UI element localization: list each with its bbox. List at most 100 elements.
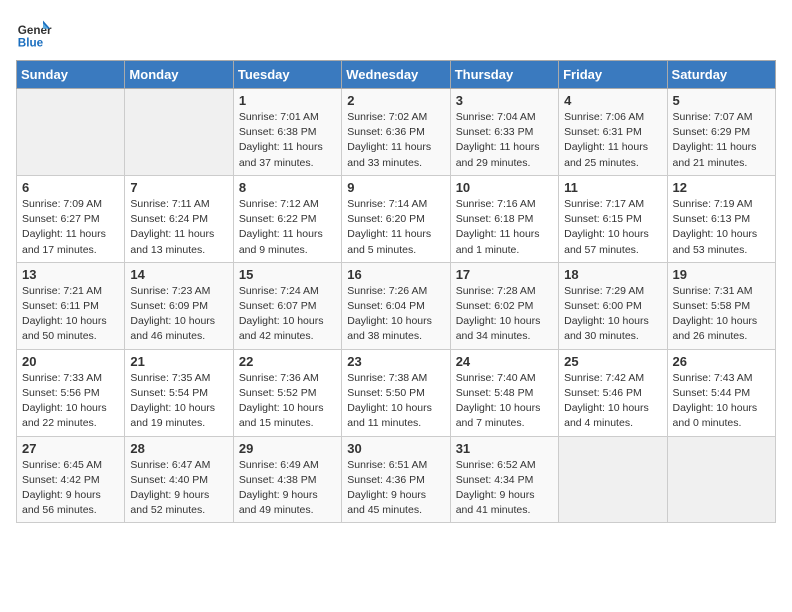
calendar-cell: 28Sunrise: 6:47 AM Sunset: 4:40 PM Dayli… (125, 436, 233, 523)
day-number: 13 (22, 267, 119, 282)
day-number: 3 (456, 93, 553, 108)
cell-info: Sunrise: 7:42 AM Sunset: 5:46 PM Dayligh… (564, 372, 649, 430)
cell-info: Sunrise: 7:29 AM Sunset: 6:00 PM Dayligh… (564, 285, 649, 343)
calendar-cell: 12 Sunrise: 7:19 AM Sunset: 6:13 PM Dayli… (667, 175, 775, 262)
cell-info: Sunrise: 7:17 AM Sunset: 6:15 PM Dayligh… (564, 198, 649, 256)
day-number: 15 (239, 267, 336, 282)
calendar-cell: 21 Sunrise: 7:35 AM Sunset: 5:54 PM Dayli… (125, 349, 233, 436)
cell-info: Sunrise: 7:07 AM Sunset: 6:29 PM Dayligh… (673, 111, 757, 169)
day-number: 22 (239, 354, 336, 369)
cell-info: Sunrise: 7:21 AM Sunset: 6:11 PM Dayligh… (22, 285, 107, 343)
day-header-monday: Monday (125, 61, 233, 89)
calendar-table: SundayMondayTuesdayWednesdayThursdayFrid… (16, 60, 776, 523)
cell-info: Sunrise: 7:09 AM Sunset: 6:27 PM Dayligh… (22, 198, 106, 256)
calendar-cell: 29 Sunrise: 6:49 AM Sunset: 4:38 PM Dayli… (233, 436, 341, 523)
day-header-sunday: Sunday (17, 61, 125, 89)
cell-info: Sunrise: 7:23 AM Sunset: 6:09 PM Dayligh… (130, 285, 215, 343)
calendar-cell: 16 Sunrise: 7:26 AM Sunset: 6:04 PM Dayli… (342, 262, 450, 349)
calendar-header-row: SundayMondayTuesdayWednesdayThursdayFrid… (17, 61, 776, 89)
cell-info: Sunrise: 6:51 AM Sunset: 4:36 PM Dayligh… (347, 459, 427, 517)
cell-info: Sunrise: 7:26 AM Sunset: 6:04 PM Dayligh… (347, 285, 432, 343)
calendar-cell (125, 89, 233, 176)
svg-text:Blue: Blue (18, 37, 44, 50)
calendar-cell: 11 Sunrise: 7:17 AM Sunset: 6:15 PM Dayli… (559, 175, 667, 262)
calendar-cell: 8 Sunrise: 7:12 AM Sunset: 6:22 PM Daylig… (233, 175, 341, 262)
day-number: 28 (130, 441, 227, 456)
calendar-week-3: 13 Sunrise: 7:21 AM Sunset: 6:11 PM Dayli… (17, 262, 776, 349)
day-number: 24 (456, 354, 553, 369)
day-number: 21 (130, 354, 227, 369)
day-number: 14 (130, 267, 227, 282)
cell-info: Sunrise: 7:02 AM Sunset: 6:36 PM Dayligh… (347, 111, 431, 169)
cell-info: Sunrise: 7:36 AM Sunset: 5:52 PM Dayligh… (239, 372, 324, 430)
day-number: 10 (456, 180, 553, 195)
calendar-cell: 6 Sunrise: 7:09 AM Sunset: 6:27 PM Daylig… (17, 175, 125, 262)
calendar-cell: 10 Sunrise: 7:16 AM Sunset: 6:18 PM Dayli… (450, 175, 558, 262)
day-number: 27 (22, 441, 119, 456)
calendar-cell (667, 436, 775, 523)
calendar-week-5: 27Sunrise: 6:45 AM Sunset: 4:42 PM Dayli… (17, 436, 776, 523)
calendar-cell (559, 436, 667, 523)
day-number: 18 (564, 267, 661, 282)
day-number: 26 (673, 354, 770, 369)
day-header-wednesday: Wednesday (342, 61, 450, 89)
logo: General Blue (16, 16, 54, 52)
day-header-saturday: Saturday (667, 61, 775, 89)
day-number: 1 (239, 93, 336, 108)
calendar-cell: 31Sunrise: 6:52 AM Sunset: 4:34 PM Dayli… (450, 436, 558, 523)
cell-info: Sunrise: 7:06 AM Sunset: 6:31 PM Dayligh… (564, 111, 648, 169)
calendar-cell: 5Sunrise: 7:07 AM Sunset: 6:29 PM Daylig… (667, 89, 775, 176)
cell-info: Sunrise: 7:16 AM Sunset: 6:18 PM Dayligh… (456, 198, 540, 256)
calendar-cell: 27Sunrise: 6:45 AM Sunset: 4:42 PM Dayli… (17, 436, 125, 523)
day-number: 30 (347, 441, 444, 456)
calendar-cell: 18 Sunrise: 7:29 AM Sunset: 6:00 PM Dayli… (559, 262, 667, 349)
calendar-week-2: 6 Sunrise: 7:09 AM Sunset: 6:27 PM Daylig… (17, 175, 776, 262)
calendar-cell: 3Sunrise: 7:04 AM Sunset: 6:33 PM Daylig… (450, 89, 558, 176)
day-number: 8 (239, 180, 336, 195)
cell-info: Sunrise: 7:12 AM Sunset: 6:22 PM Dayligh… (239, 198, 323, 256)
day-number: 6 (22, 180, 119, 195)
cell-info: Sunrise: 7:01 AM Sunset: 6:38 PM Dayligh… (239, 111, 323, 169)
calendar-cell (17, 89, 125, 176)
day-number: 2 (347, 93, 444, 108)
logo-icon: General Blue (16, 16, 52, 52)
day-number: 12 (673, 180, 770, 195)
calendar-cell: 25 Sunrise: 7:42 AM Sunset: 5:46 PM Dayli… (559, 349, 667, 436)
calendar-cell: 24 Sunrise: 7:40 AM Sunset: 5:48 PM Dayli… (450, 349, 558, 436)
cell-info: Sunrise: 7:24 AM Sunset: 6:07 PM Dayligh… (239, 285, 324, 343)
day-number: 16 (347, 267, 444, 282)
calendar-cell: 7Sunrise: 7:11 AM Sunset: 6:24 PM Daylig… (125, 175, 233, 262)
cell-info: Sunrise: 7:33 AM Sunset: 5:56 PM Dayligh… (22, 372, 107, 430)
day-number: 11 (564, 180, 661, 195)
calendar-week-1: 1 Sunrise: 7:01 AM Sunset: 6:38 PM Daylig… (17, 89, 776, 176)
cell-info: Sunrise: 7:35 AM Sunset: 5:54 PM Dayligh… (130, 372, 215, 430)
cell-info: Sunrise: 7:38 AM Sunset: 5:50 PM Dayligh… (347, 372, 432, 430)
calendar-cell: 15 Sunrise: 7:24 AM Sunset: 6:07 PM Dayli… (233, 262, 341, 349)
cell-info: Sunrise: 6:49 AM Sunset: 4:38 PM Dayligh… (239, 459, 319, 517)
calendar-cell: 20Sunrise: 7:33 AM Sunset: 5:56 PM Dayli… (17, 349, 125, 436)
day-number: 25 (564, 354, 661, 369)
cell-info: Sunrise: 7:31 AM Sunset: 5:58 PM Dayligh… (673, 285, 758, 343)
calendar-cell: 19Sunrise: 7:31 AM Sunset: 5:58 PM Dayli… (667, 262, 775, 349)
cell-info: Sunrise: 7:40 AM Sunset: 5:48 PM Dayligh… (456, 372, 541, 430)
calendar-cell: 17 Sunrise: 7:28 AM Sunset: 6:02 PM Dayli… (450, 262, 558, 349)
calendar-cell: 26 Sunrise: 7:43 AM Sunset: 5:44 PM Dayli… (667, 349, 775, 436)
day-number: 4 (564, 93, 661, 108)
calendar-cell: 23Sunrise: 7:38 AM Sunset: 5:50 PM Dayli… (342, 349, 450, 436)
day-number: 17 (456, 267, 553, 282)
calendar-week-4: 20Sunrise: 7:33 AM Sunset: 5:56 PM Dayli… (17, 349, 776, 436)
calendar-cell: 2 Sunrise: 7:02 AM Sunset: 6:36 PM Daylig… (342, 89, 450, 176)
calendar-cell: 13 Sunrise: 7:21 AM Sunset: 6:11 PM Dayli… (17, 262, 125, 349)
cell-info: Sunrise: 7:28 AM Sunset: 6:02 PM Dayligh… (456, 285, 541, 343)
cell-info: Sunrise: 7:14 AM Sunset: 6:20 PM Dayligh… (347, 198, 431, 256)
day-header-friday: Friday (559, 61, 667, 89)
day-number: 31 (456, 441, 553, 456)
page-header: General Blue (16, 16, 776, 52)
cell-info: Sunrise: 7:19 AM Sunset: 6:13 PM Dayligh… (673, 198, 758, 256)
calendar-cell: 22 Sunrise: 7:36 AM Sunset: 5:52 PM Dayli… (233, 349, 341, 436)
day-header-thursday: Thursday (450, 61, 558, 89)
day-header-tuesday: Tuesday (233, 61, 341, 89)
day-number: 9 (347, 180, 444, 195)
cell-info: Sunrise: 7:43 AM Sunset: 5:44 PM Dayligh… (673, 372, 758, 430)
day-number: 29 (239, 441, 336, 456)
